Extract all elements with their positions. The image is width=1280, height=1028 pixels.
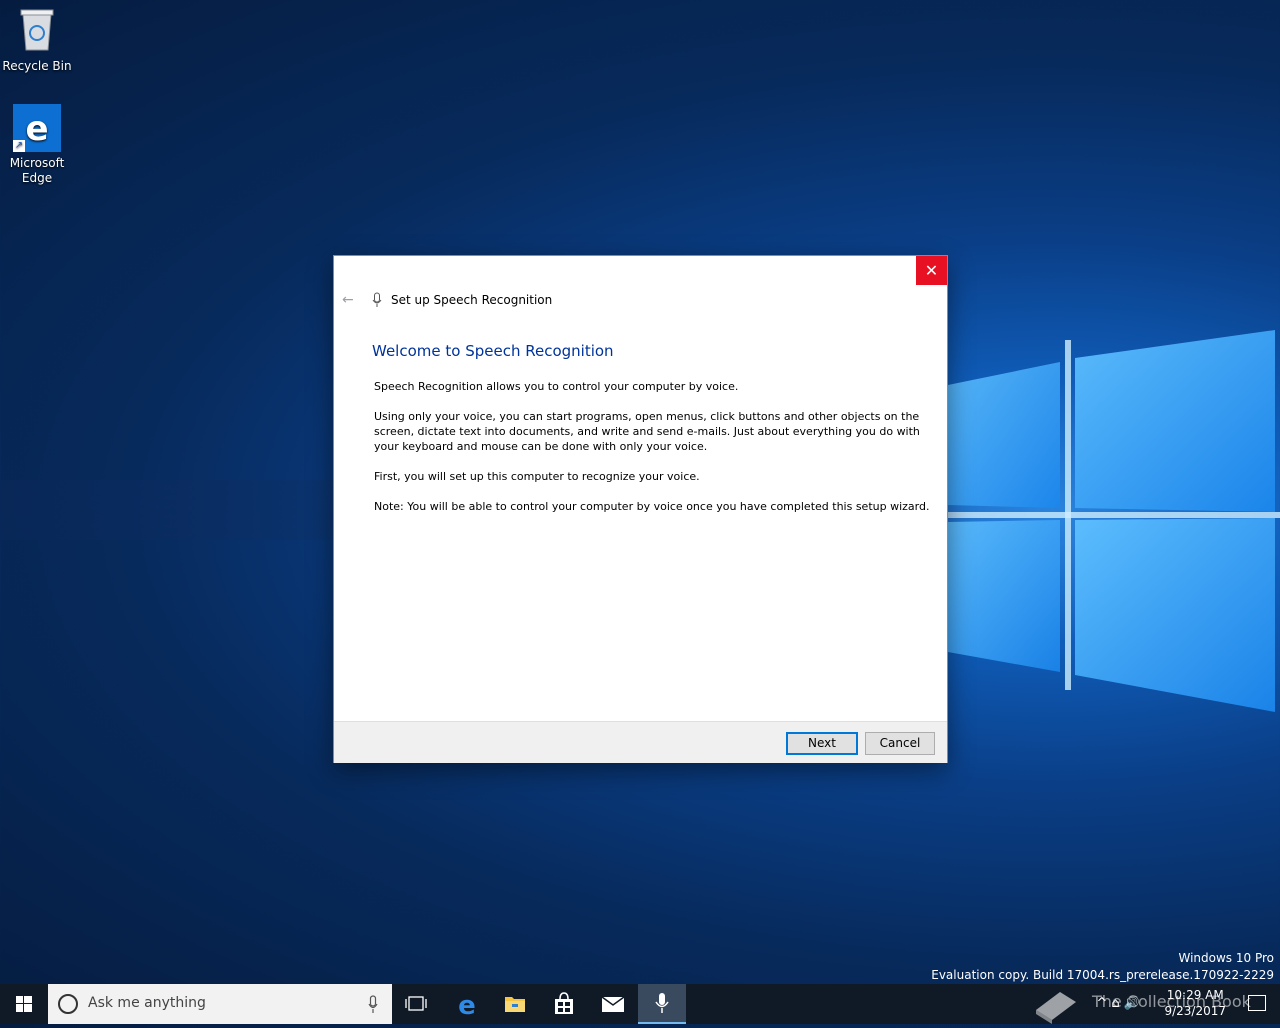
page-heading: Welcome to Speech Recognition bbox=[372, 342, 614, 360]
system-tray-icons[interactable]: ^ ⌂ 🔊 bbox=[1096, 996, 1140, 1011]
shortcut-arrow-icon: ↗ bbox=[13, 140, 25, 152]
paragraph-details: Using only your voice, you can start pro… bbox=[374, 410, 920, 453]
action-center-icon[interactable] bbox=[1248, 995, 1266, 1011]
svg-text:e: e bbox=[25, 109, 48, 149]
search-microphone-icon[interactable] bbox=[368, 994, 378, 1014]
paragraph-first: First, you will set up this computer to … bbox=[374, 470, 700, 483]
next-button[interactable]: Next bbox=[786, 732, 858, 755]
search-input[interactable]: Ask me anything bbox=[48, 984, 392, 1024]
paragraph-note: Note: You will be able to control your c… bbox=[374, 500, 930, 513]
microphone-icon bbox=[655, 993, 669, 1013]
recycle-bin-icon bbox=[20, 9, 54, 51]
dialog-body: Speech Recognition allows you to control… bbox=[374, 379, 934, 529]
store-icon bbox=[555, 992, 573, 1014]
microphone-icon bbox=[372, 292, 382, 307]
clock[interactable]: 10:29 AM 9/23/2017 bbox=[1164, 987, 1226, 1019]
search-placeholder: Ask me anything bbox=[88, 995, 206, 1011]
edge-shortcut[interactable]: e ↗ Microsoft Edge bbox=[0, 104, 74, 186]
edge-icon: e bbox=[458, 991, 476, 1021]
build-watermark: Windows 10 Pro Evaluation copy. Build 17… bbox=[931, 950, 1274, 984]
task-view-button[interactable] bbox=[392, 984, 440, 1024]
taskbar: Ask me anything e The Collection Book ^ … bbox=[0, 984, 1280, 1024]
taskbar-explorer-button[interactable] bbox=[491, 984, 539, 1024]
folder-icon bbox=[505, 997, 525, 1012]
edge-label: Microsoft Edge bbox=[9, 156, 65, 185]
clock-time: 10:29 AM bbox=[1166, 988, 1224, 1002]
close-button[interactable]: ✕ bbox=[916, 256, 947, 285]
paragraph-intro: Speech Recognition allows you to control… bbox=[374, 380, 739, 393]
cancel-button[interactable]: Cancel bbox=[865, 732, 935, 755]
taskbar-speech-button[interactable] bbox=[638, 984, 686, 1024]
taskbar-edge-button[interactable]: e bbox=[443, 984, 491, 1024]
taskbar-store-button[interactable] bbox=[540, 984, 588, 1024]
start-button[interactable] bbox=[0, 984, 48, 1024]
recycle-bin-shortcut[interactable]: Recycle Bin bbox=[0, 6, 74, 74]
edition-text: Windows 10 Pro bbox=[1178, 951, 1274, 965]
edge-icon: e ↗ bbox=[13, 104, 61, 152]
recycle-bin-label: Recycle Bin bbox=[2, 59, 72, 73]
taskbar-mail-button[interactable] bbox=[589, 984, 637, 1024]
speech-setup-dialog: ✕ ← Set up Speech Recognition Welcome to… bbox=[333, 255, 948, 763]
back-arrow-icon[interactable]: ← bbox=[342, 292, 354, 308]
build-text: Evaluation copy. Build 17004.rs_prerelea… bbox=[931, 968, 1274, 982]
dialog-title: Set up Speech Recognition bbox=[391, 293, 553, 307]
windows-start-icon bbox=[16, 996, 32, 1012]
task-view-icon bbox=[405, 996, 427, 1011]
clock-date: 9/23/2017 bbox=[1164, 1004, 1226, 1018]
collection-book-watermark-icon bbox=[1036, 992, 1076, 1024]
mail-icon bbox=[601, 996, 625, 1012]
cortana-icon bbox=[58, 994, 78, 1014]
svg-text:e: e bbox=[458, 991, 476, 1021]
dialog-footer: Next Cancel bbox=[334, 721, 947, 763]
